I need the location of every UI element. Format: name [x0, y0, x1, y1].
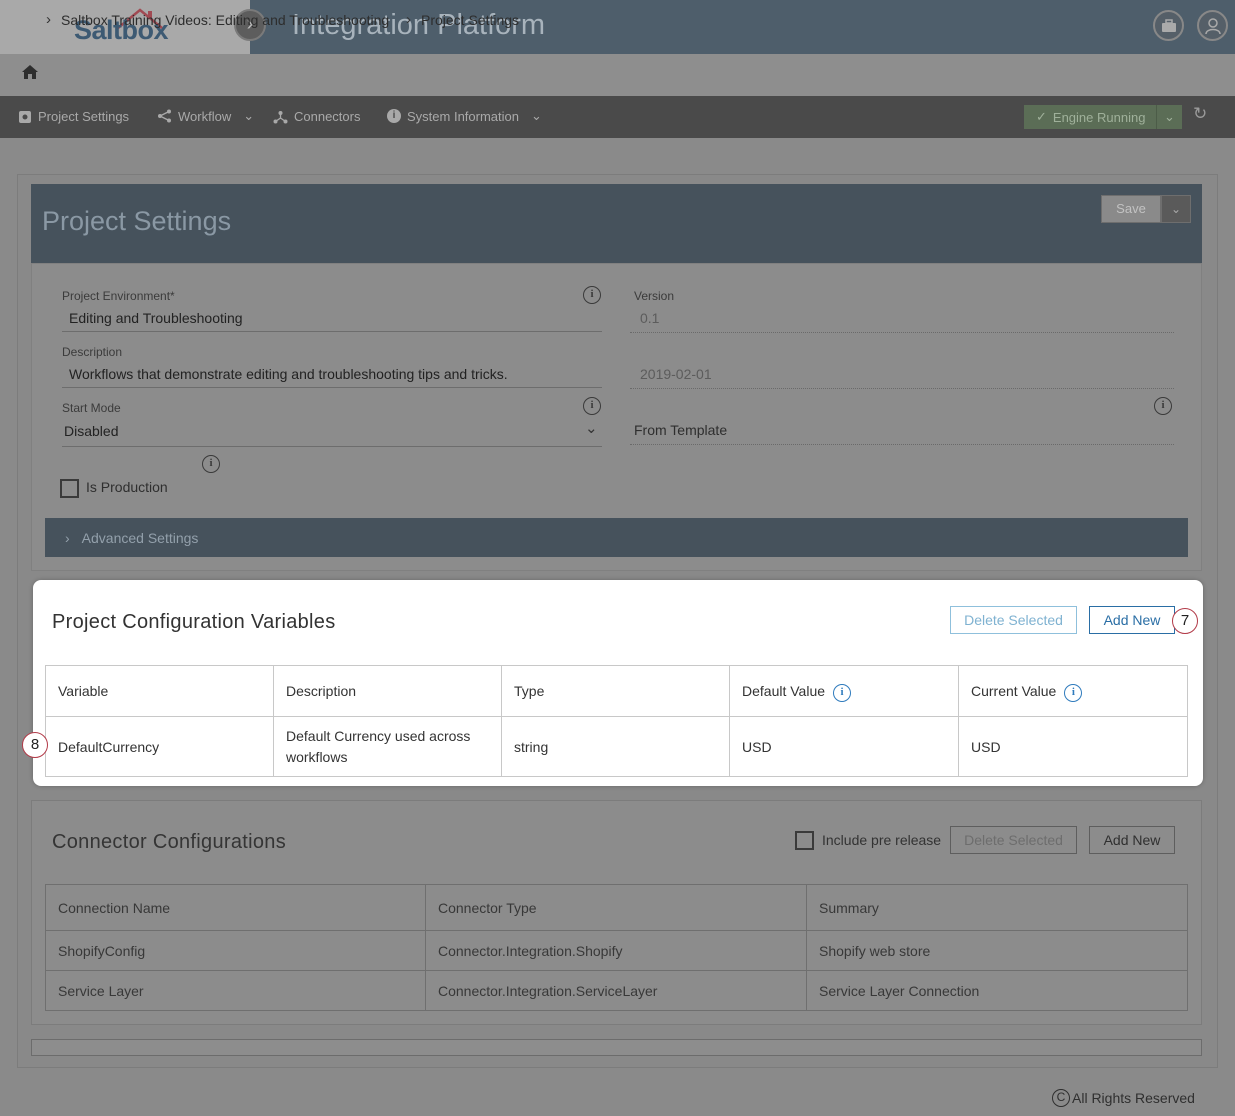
chevron-right-icon: › — [65, 529, 70, 546]
start-mode-select[interactable]: Disabled — [64, 423, 118, 439]
connector-type-cell: Connector.Integration.ServiceLayer — [425, 970, 807, 1011]
date-field: 2019-02-01 — [640, 366, 712, 382]
is-production-checkbox[interactable] — [60, 479, 79, 498]
delete-selected-button[interactable]: Delete Selected — [950, 606, 1077, 634]
chevron-down-icon[interactable]: ⌄ — [1156, 105, 1182, 129]
summary-cell: Shopify web store — [806, 930, 1188, 971]
add-new-button[interactable]: Add New — [1089, 826, 1175, 854]
table-row[interactable]: DefaultCurrency Default Currency used ac… — [45, 716, 1188, 777]
column-header[interactable]: Variable — [45, 665, 274, 717]
connector-configurations-table: Connection Name Connector Type Summary S… — [45, 884, 1188, 1011]
table-row[interactable]: ShopifyConfig Connector.Integration.Shop… — [45, 930, 1188, 971]
version-field: 0.1 — [640, 310, 660, 326]
footer-text: All Rights Reserved — [1072, 1090, 1195, 1106]
column-header[interactable]: Description — [273, 665, 502, 717]
add-new-button[interactable]: Add New — [1089, 606, 1175, 634]
column-header[interactable]: Connector Type — [425, 884, 807, 931]
save-options-chevron-icon[interactable]: ⌄ — [1161, 195, 1191, 223]
breadcrumb-project-link[interactable]: Saltbox Training Videos: Editing and Tro… — [61, 12, 389, 28]
current-value-cell[interactable]: USD — [958, 716, 1188, 777]
chevron-down-icon: ⌄ — [531, 108, 542, 123]
callout-marker: 8 — [22, 732, 48, 758]
include-pre-release-label: Include pre release — [822, 832, 942, 848]
refresh-icon[interactable]: ↻ — [1193, 104, 1207, 124]
delete-selected-button[interactable]: Delete Selected — [950, 826, 1077, 854]
settings-icon — [19, 110, 31, 123]
chevron-right-icon: › — [406, 11, 411, 28]
table-row[interactable]: Service Layer Connector.Integration.Serv… — [45, 970, 1188, 1011]
is-production-label: Is Production — [86, 479, 168, 495]
home-icon[interactable] — [21, 64, 39, 80]
user-icon[interactable] — [1197, 10, 1228, 41]
copyright-icon: C — [1052, 1089, 1070, 1107]
menu-project-settings[interactable]: Project Settings — [18, 109, 129, 124]
advanced-settings-toggle[interactable]: › Advanced Settings — [45, 518, 1188, 557]
variable-cell[interactable]: DefaultCurrency — [45, 716, 274, 777]
info-icon: i — [387, 109, 401, 123]
column-header-default-value[interactable]: Default Value i — [729, 665, 959, 717]
chevron-right-icon: › — [46, 11, 51, 28]
info-icon[interactable]: i — [1154, 397, 1172, 415]
include-pre-release-checkbox[interactable] — [795, 831, 814, 850]
briefcase-icon[interactable] — [1153, 10, 1184, 41]
share-icon — [158, 109, 171, 123]
config-variables-table: Variable Description Type Default Value i… — [45, 665, 1188, 777]
template-field: From Template — [634, 422, 728, 438]
connector-configurations-title: Connector Configurations — [52, 831, 286, 853]
connection-name-cell[interactable]: ShopifyConfig — [45, 930, 426, 971]
column-header-label: Current Value — [971, 683, 1057, 700]
breadcrumb — [0, 54, 1235, 96]
connector-type-cell: Connector.Integration.Shopify — [425, 930, 807, 971]
summary-cell: Service Layer Connection — [806, 970, 1188, 1011]
connectors-icon — [273, 110, 288, 123]
info-icon[interactable]: i — [833, 683, 852, 702]
empty-section-bar — [31, 1039, 1202, 1056]
engine-status-button[interactable]: ✓ Engine Running ⌄ — [1024, 105, 1182, 129]
menu-workflow-label: Workflow — [178, 108, 232, 124]
environment-field[interactable]: Editing and Troubleshooting — [69, 310, 243, 326]
description-field[interactable]: Workflows that demonstrate editing and t… — [69, 366, 508, 382]
menu-system-information-label: System Information — [407, 108, 519, 124]
description-label: Description — [62, 345, 123, 359]
menu-system-information[interactable]: i System Information ⌄ — [387, 108, 542, 124]
type-cell: string — [501, 716, 730, 777]
menu-workflow[interactable]: Workflow ⌄ — [157, 108, 254, 124]
breadcrumb-current: Project Settings — [421, 12, 520, 28]
column-header[interactable]: Type — [501, 665, 730, 717]
info-icon[interactable]: i — [583, 397, 601, 415]
version-label: Version — [634, 289, 675, 303]
menu-connectors[interactable]: Connectors — [273, 109, 360, 124]
column-header[interactable]: Connection Name — [45, 884, 426, 931]
menu-connectors-label: Connectors — [294, 109, 361, 124]
chevron-down-icon: ⌄ — [243, 108, 255, 123]
engine-status-label: Engine Running — [1052, 109, 1146, 125]
table-header-row: Connection Name Connector Type Summary — [45, 884, 1188, 931]
page-title: Project Settings — [42, 206, 232, 236]
start-mode-label: Start Mode — [62, 401, 121, 415]
default-value-cell: USD — [729, 716, 959, 777]
column-header[interactable]: Summary — [806, 884, 1188, 931]
column-header-label: Default Value — [742, 683, 826, 700]
description-cell: Default Currency used across workflows — [273, 716, 502, 777]
callout-marker: 7 — [1172, 608, 1198, 634]
info-icon[interactable]: i — [202, 455, 220, 473]
advanced-settings-label: Advanced Settings — [81, 529, 199, 546]
menu-project-settings-label: Project Settings — [38, 109, 130, 124]
info-icon[interactable]: i — [583, 286, 601, 304]
table-header-row: Variable Description Type Default Value i… — [45, 665, 1188, 717]
environment-label: Project Environment* — [62, 289, 175, 303]
column-header-current-value[interactable]: Current Value i — [958, 665, 1188, 717]
connection-name-cell[interactable]: Service Layer — [45, 970, 426, 1011]
save-button[interactable]: Save — [1101, 195, 1161, 223]
info-icon[interactable]: i — [1064, 683, 1083, 702]
chevron-down-icon[interactable]: ⌄ — [585, 419, 598, 437]
check-icon: ✓ — [1036, 109, 1047, 124]
footer: C All Rights Reserved — [1052, 1089, 1195, 1107]
config-variables-title: Project Configuration Variables — [52, 611, 336, 633]
